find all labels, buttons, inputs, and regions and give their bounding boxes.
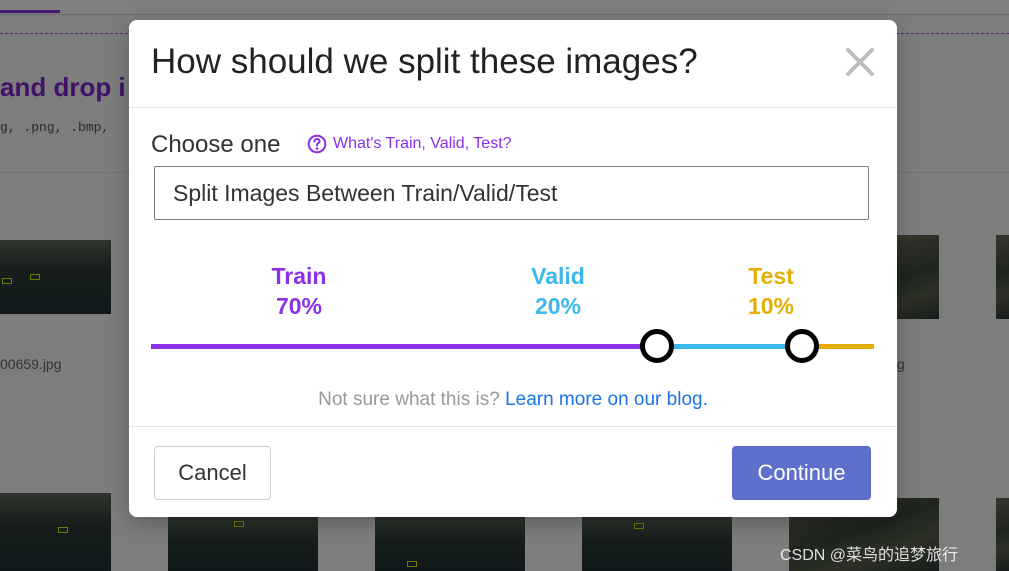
split-images-dialog: How should we split these images? Choose… — [129, 20, 897, 517]
valid-split-label: Valid 20% — [498, 261, 618, 321]
train-valid-test-help-link[interactable]: What's Train, Valid, Test? — [307, 134, 512, 154]
question-circle-icon — [307, 134, 327, 154]
choose-one-label: Choose one — [151, 131, 281, 158]
learn-more-line: Not sure what this is? Learn more on our… — [129, 389, 897, 411]
dialog-title: How should we split these images? — [151, 42, 698, 81]
valid-test-slider-handle[interactable] — [784, 329, 819, 363]
dialog-header: How should we split these images? — [129, 20, 897, 108]
learn-more-prefix: Not sure what this is? — [318, 389, 500, 410]
continue-button[interactable]: Continue — [732, 446, 871, 500]
cancel-button[interactable]: Cancel — [154, 446, 271, 500]
valid-split-track — [657, 344, 802, 349]
train-valid-slider-handle[interactable] — [640, 329, 675, 363]
valid-label: Valid — [531, 263, 585, 289]
train-split-label: Train 70% — [239, 261, 359, 321]
watermark: CSDN @菜鸟的追梦旅行 — [780, 547, 959, 564]
train-split-track — [151, 344, 658, 349]
test-percent: 10% — [747, 293, 795, 319]
close-button[interactable] — [840, 42, 880, 82]
close-icon — [846, 48, 874, 76]
help-link-text: What's Train, Valid, Test? — [333, 135, 512, 152]
split-method-selected-value: Split Images Between Train/Valid/Test — [173, 179, 558, 206]
test-label: Test — [748, 263, 794, 289]
valid-percent: 20% — [534, 293, 582, 319]
dialog-footer: Cancel Continue — [129, 426, 897, 518]
train-label: Train — [271, 263, 327, 289]
train-percent: 70% — [275, 293, 323, 319]
learn-more-blog-link[interactable]: Learn more on our blog. — [505, 389, 708, 410]
test-split-label: Test 10% — [711, 261, 831, 321]
split-method-select[interactable]: Split Images Between Train/Valid/Test — [154, 166, 869, 220]
